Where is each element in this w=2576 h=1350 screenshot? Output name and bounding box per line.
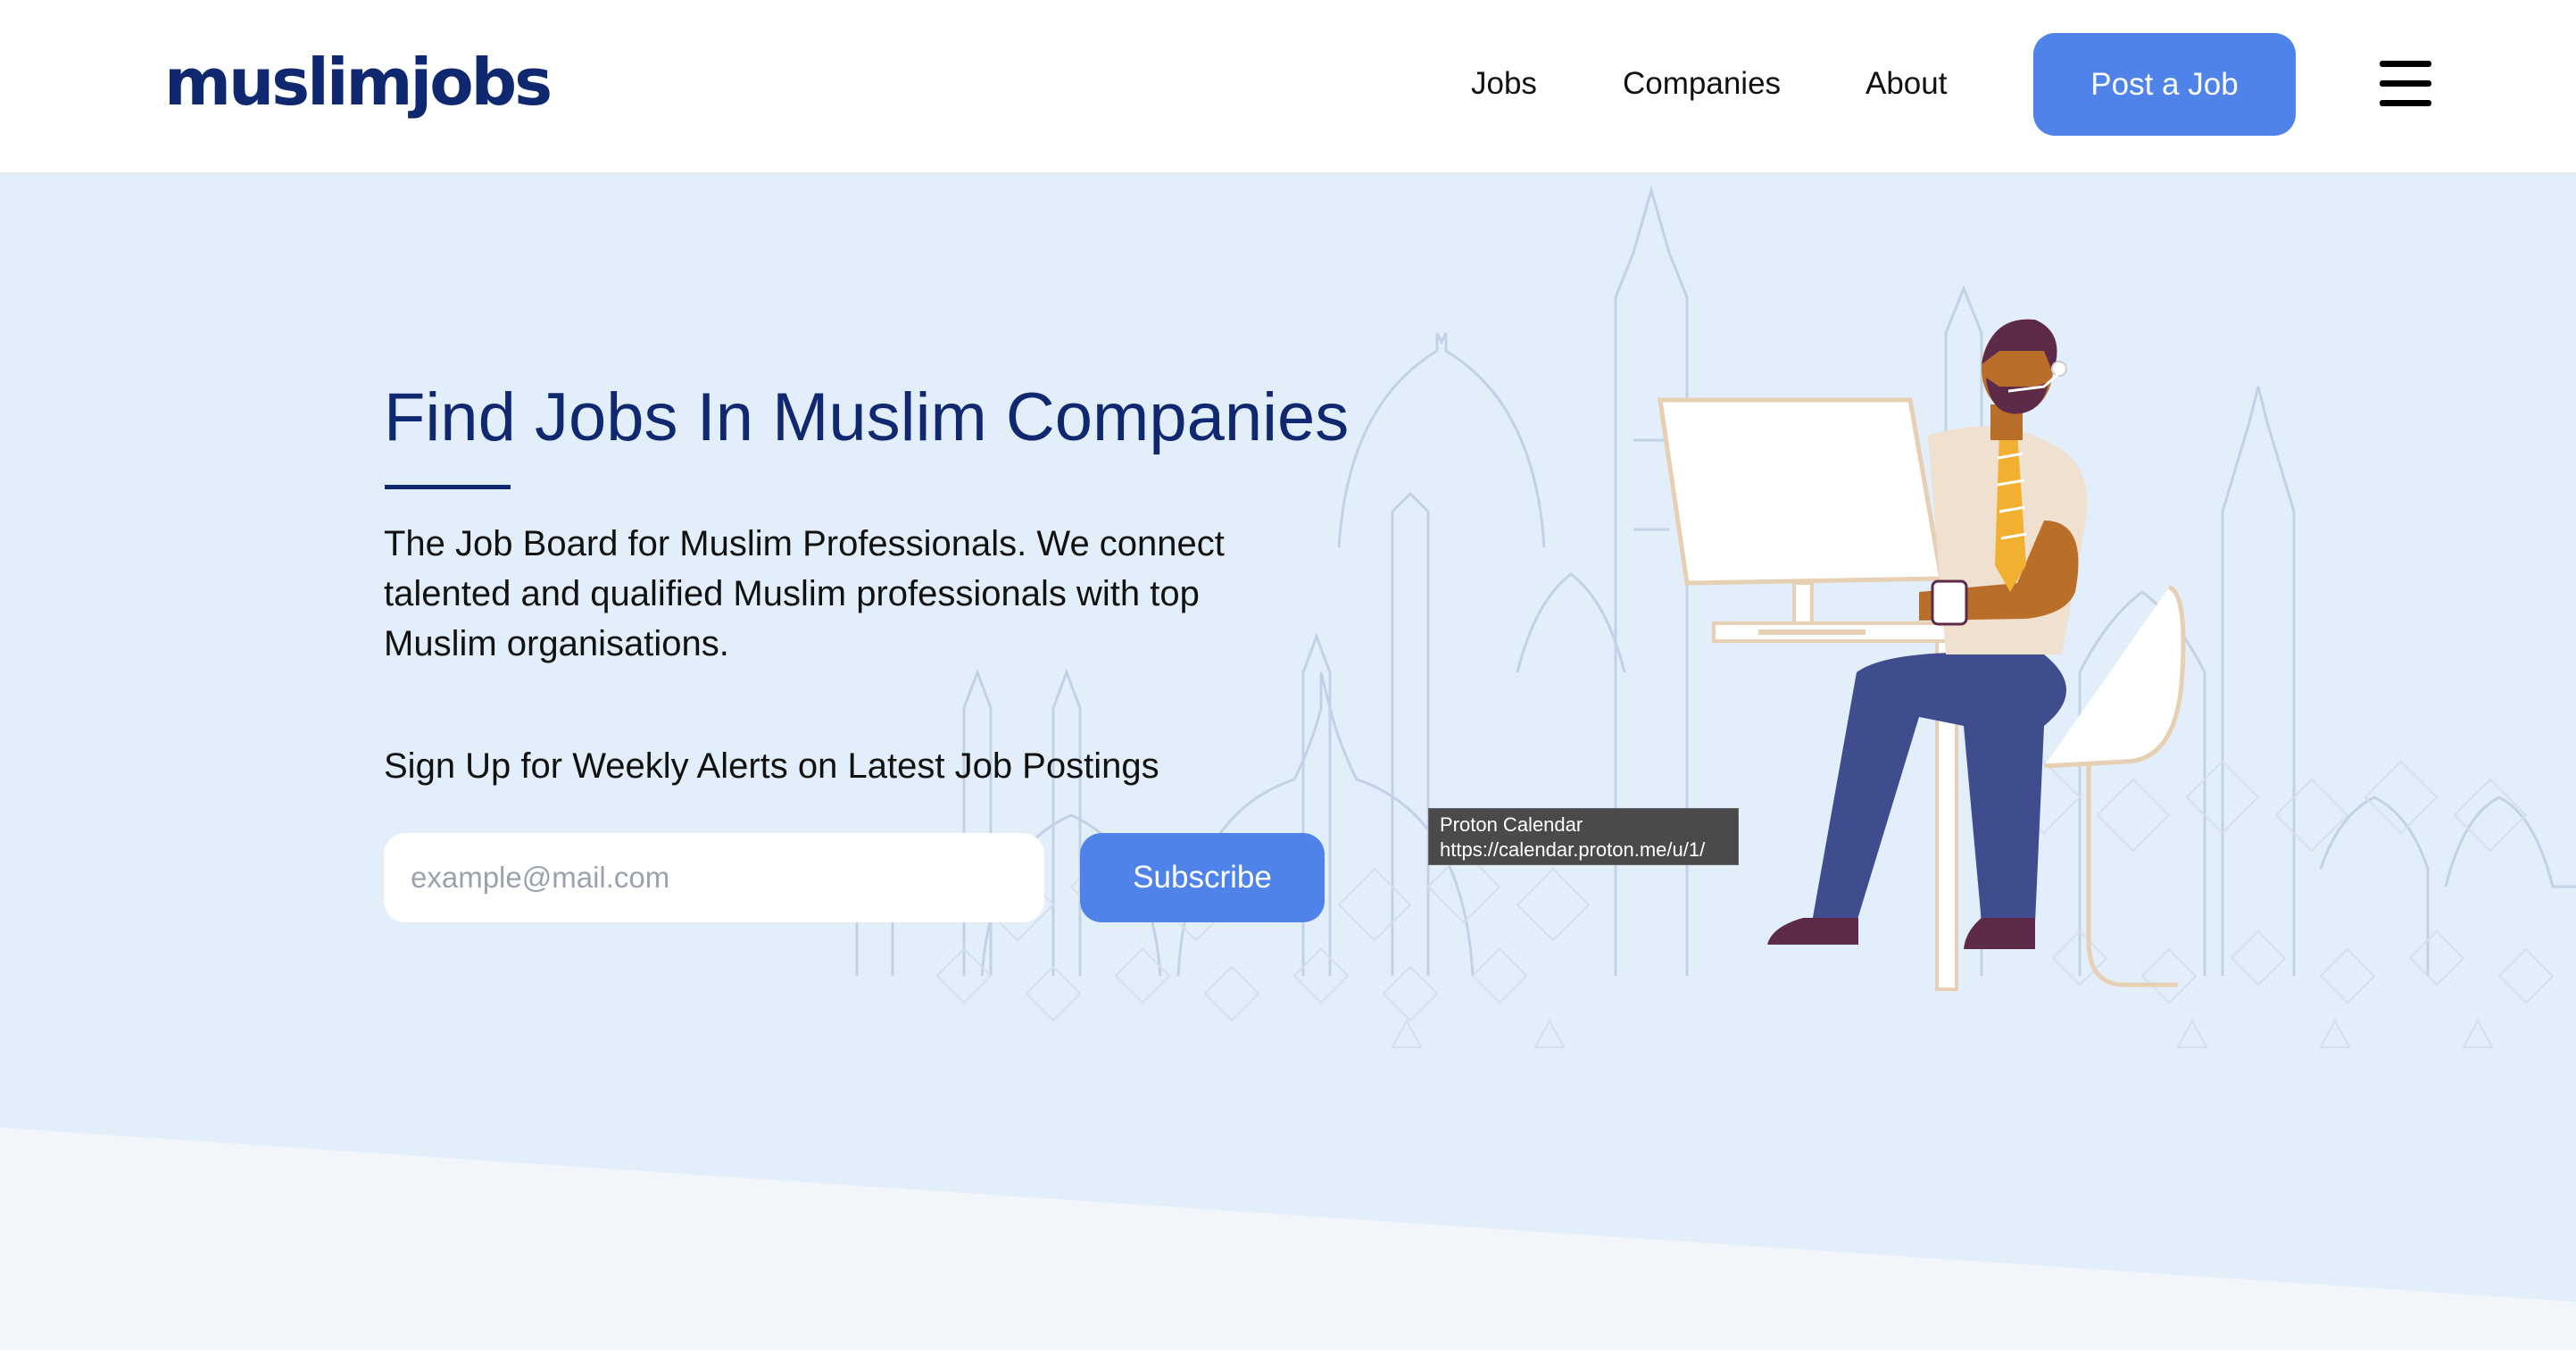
man-at-computer-illustration [1658, 319, 2186, 991]
title-underline [385, 485, 511, 489]
hero-section: Find Jobs In Muslim Companies The Job Bo… [0, 172, 2576, 1350]
hamburger-menu-icon[interactable] [2380, 61, 2431, 107]
nav-jobs-link[interactable]: Jobs [1471, 57, 1537, 111]
link-tooltip: Proton Calendar https://calendar.proton.… [1428, 808, 1739, 865]
site-logo[interactable]: muslimjobs [164, 38, 553, 127]
site-header: muslimjobs Jobs Companies About Post a J… [0, 0, 2576, 172]
hero-title: Find Jobs In Muslim Companies [384, 379, 1350, 455]
signup-heading: Sign Up for Weekly Alerts on Latest Job … [384, 746, 1159, 786]
nav-companies-link[interactable]: Companies [1623, 57, 1781, 111]
email-input[interactable] [384, 833, 1044, 922]
hero-description: The Job Board for Muslim Professionals. … [384, 524, 1225, 663]
tooltip-url: https://calendar.proton.me/u/1/ [1440, 838, 1706, 861]
tooltip-title: Proton Calendar [1440, 813, 1583, 836]
nav-about-link[interactable]: About [1866, 57, 1947, 111]
post-a-job-button[interactable]: Post a Job [2033, 33, 2296, 136]
subscribe-button[interactable]: Subscribe [1080, 833, 1325, 922]
